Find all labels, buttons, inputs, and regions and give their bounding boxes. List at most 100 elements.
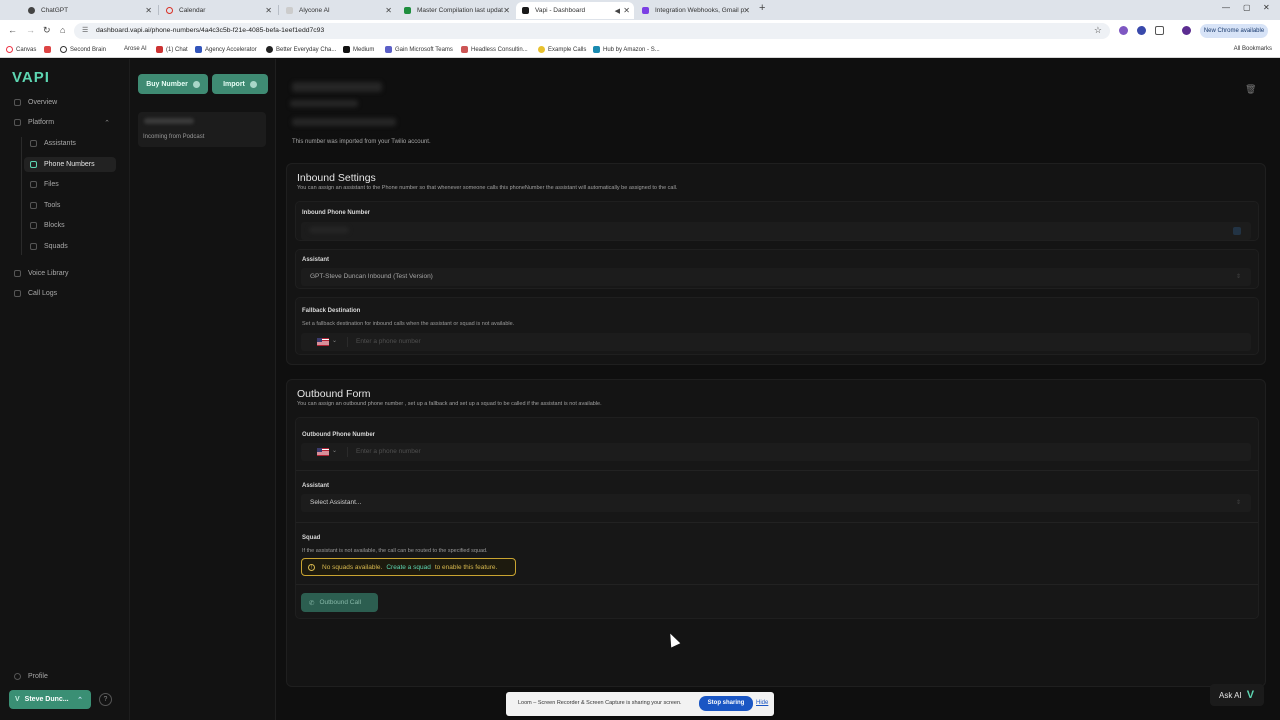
phone-icon [30,161,37,168]
bookmark-item[interactable]: (1) Chat [156,46,188,53]
ask-ai-button[interactable]: Ask AI V [1210,684,1264,706]
tab-calendar[interactable]: Calendar ✕ [160,2,276,19]
back-icon[interactable]: ← [8,25,17,35]
bookmark-item[interactable]: Gain Microsoft Teams [385,46,453,53]
bookmarks-bar: Canvas Second Brain Arose AI (1) Chat Ag… [0,42,1280,58]
chevron-down-icon: ⌄ [332,338,338,344]
calendar-icon [166,7,173,14]
inbound-phone-field[interactable] [301,222,1251,240]
all-bookmarks-button[interactable]: All Bookmarks [1234,46,1272,52]
sidebar-item-call-logs[interactable]: Call Logs [8,286,116,301]
close-icon[interactable]: ✕ [145,6,152,15]
stop-sharing-button[interactable]: Stop sharing [699,696,753,711]
extension-icon[interactable] [1137,26,1146,35]
bookmark-item[interactable]: Medium [343,46,374,53]
minimize-icon[interactable]: — [1222,3,1230,12]
us-flag-icon[interactable] [317,448,329,456]
site-info-icon[interactable]: ☰ [82,26,88,34]
bookmark-item[interactable]: Second Brain [60,46,106,53]
file-icon [30,181,37,188]
inbound-phone-group: Inbound Phone Number [295,201,1259,241]
tab-integration-webhooks[interactable]: Integration Webhooks, Gmail p ✕ [636,2,754,19]
outbound-phone-input[interactable]: ⌄ Enter a phone number [301,443,1251,461]
inbound-settings-section: Inbound Settings You can assign an assis… [286,163,1266,365]
close-icon[interactable]: ✕ [503,6,510,15]
outbound-assistant-select[interactable]: Select Assistant... ⇕ [301,494,1251,512]
address-bar[interactable]: ☰ dashboard.vapi.ai/phone-numbers/4a4c3c… [74,23,1110,39]
inbound-assistant-select[interactable]: GPT-Steve Duncan Inbound (Test Version) … [301,268,1251,286]
call-logs-icon [14,290,21,297]
redacted-id [292,118,396,126]
help-icon[interactable]: ? [99,693,112,706]
tab-master-compilation[interactable]: Master Compilation last updat ✕ [398,2,514,19]
outbound-form-section: Outbound Form You can assign an outbound… [286,379,1266,687]
sidebar-item-files[interactable]: Files [24,177,116,192]
phone-number-card[interactable]: Incoming from Podcast [138,112,266,147]
outbound-fields-group: Outbound Phone Number ⌄ Enter a phone nu… [295,417,1259,619]
us-flag-icon[interactable] [317,338,329,346]
reload-icon[interactable]: ↻ [43,25,51,36]
bookmark-star-icon[interactable]: ☆ [1094,25,1102,36]
hide-link[interactable]: Hide [756,700,768,706]
plus-icon [249,80,257,88]
close-icon[interactable]: ✕ [623,6,630,15]
outbound-title: Outbound Form [297,388,371,400]
bookmark-item[interactable]: Better Everyday Cha... [266,46,336,53]
bookmark-item[interactable]: Arose AI [124,46,147,52]
tab-alycone[interactable]: Alycone AI ✕ [280,2,396,19]
forward-icon[interactable]: → [26,25,35,35]
sidebar-item-voice-library[interactable]: Voice Library [8,266,116,281]
user-account-button[interactable]: V Steve Dunc... ⌃ [9,690,91,709]
outbound-call-button[interactable]: ✆ Outbound Call [301,593,378,612]
bookmark-item[interactable]: Agency Accelerator [195,46,257,53]
chevron-up-icon: ⌃ [104,119,110,127]
inbound-assistant-group: Assistant GPT-Steve Duncan Inbound (Test… [295,249,1259,289]
bookmark-item[interactable]: Example Calls [538,46,586,53]
new-tab-icon[interactable]: + [759,2,765,14]
speaker-icon[interactable]: ◀ [615,7,620,15]
alycone-icon [286,7,293,14]
bookmark-item[interactable]: Headless Consultin... [461,46,528,53]
close-icon[interactable]: ✕ [265,6,272,15]
redacted-phone [309,227,349,233]
tab-vapi-dashboard[interactable]: Vapi - Dashboard ◀ ✕ [516,2,634,19]
browser-tab-strip: ChatGPT ✕ Calendar ✕ Alycone AI ✕ Master… [0,0,1280,20]
make-icon [642,7,649,14]
sidebar-item-profile[interactable]: Profile [8,669,116,684]
extension-icon[interactable] [1119,26,1128,35]
tab-chatgpt[interactable]: ChatGPT ✕ [22,2,156,19]
chrome-update-button[interactable]: New Chrome available [1200,24,1268,38]
buy-number-button[interactable]: Buy Number [138,74,208,94]
bookmark-item[interactable]: Canvas [6,46,36,53]
sidebar-item-squads[interactable]: Squads [24,239,116,254]
no-squads-warning: ! No squads available. Create a squad to… [301,558,516,576]
profile-avatar[interactable] [1182,26,1191,35]
restore-icon[interactable]: ▢ [1243,3,1251,12]
window-close-icon[interactable]: ✕ [1263,3,1270,12]
sheets-icon [404,7,411,14]
vapi-logo: VAPI [12,69,50,86]
sidebar-item-assistants[interactable]: Assistants [24,136,116,151]
sidebar-item-overview[interactable]: Overview [8,95,116,110]
tools-icon [30,202,37,209]
browser-toolbar: ← → ↻ ⌂ ☰ dashboard.vapi.ai/phone-number… [0,20,1280,42]
platform-icon [14,119,21,126]
close-icon[interactable]: ✕ [385,6,392,15]
import-button[interactable]: Import [212,74,268,94]
home-icon[interactable]: ⌂ [60,25,65,35]
squads-icon [30,243,37,250]
bookmark-item[interactable] [44,46,54,53]
sidebar-item-tools[interactable]: Tools [24,198,116,213]
bookmark-item[interactable]: Hub by Amazon - S... [593,46,660,53]
trash-icon[interactable]: 🗑 [1245,84,1256,95]
redacted-subtitle [290,100,358,107]
extensions-puzzle-icon[interactable] [1155,26,1164,35]
sidebar-item-blocks[interactable]: Blocks [24,218,116,233]
sidebar-item-platform[interactable]: Platform ⌃ [8,115,116,130]
fallback-phone-input[interactable]: ⌄ Enter a phone number [301,333,1251,351]
copy-icon[interactable] [1233,227,1241,235]
close-icon[interactable]: ✕ [743,6,750,15]
sidebar-item-phone-numbers[interactable]: Phone Numbers [24,157,116,172]
profile-icon [14,673,21,680]
create-squad-link[interactable]: Create a squad [386,564,430,571]
